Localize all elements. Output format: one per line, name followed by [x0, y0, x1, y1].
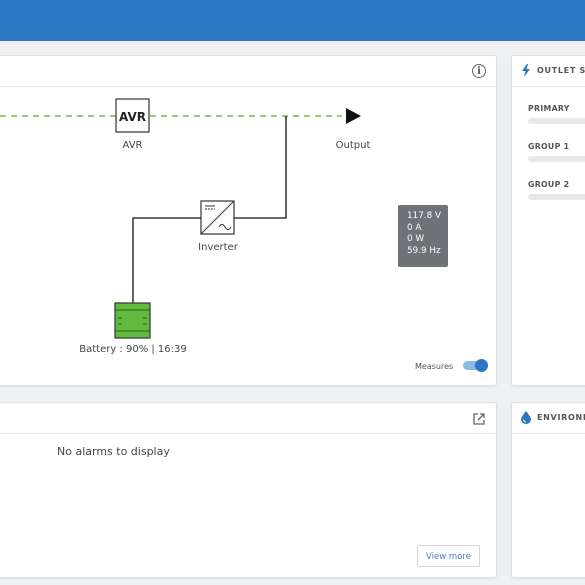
- inverter-label: Inverter: [198, 242, 239, 253]
- outlet-group-label: PRIMARY: [528, 104, 570, 113]
- voltage-value: 117.8 V: [407, 211, 441, 221]
- drop-icon: [521, 411, 531, 424]
- toggle-knob[interactable]: [475, 359, 488, 372]
- outlet-group-bar: [528, 156, 585, 162]
- outlet-status-card: OUTLET STA PRIMARY GROUP 1 GROUP 2: [511, 55, 585, 386]
- view-more-button[interactable]: View more: [417, 545, 480, 567]
- battery-line: [132, 217, 201, 304]
- current-value: 0 A: [407, 222, 422, 233]
- card-header: OUTLET STA: [512, 56, 585, 87]
- outlet-group-bar: [528, 118, 585, 124]
- card-header: ENVIRONM: [512, 403, 585, 434]
- environment-card: ENVIRONM: [511, 402, 585, 578]
- battery-icon[interactable]: [114, 302, 151, 339]
- environment-title: ENVIRONM: [537, 413, 585, 422]
- power-value: 0 W: [407, 234, 425, 244]
- battery-label: Battery : 90% | 16:39: [79, 344, 187, 355]
- output-measurement-readout: 117.8 V 0 A 0 W 59.9 Hz: [398, 205, 448, 267]
- avr-box-label: AVR: [119, 110, 146, 124]
- outlet-group-label: GROUP 1: [528, 142, 570, 151]
- output-arrow-icon: [346, 108, 361, 124]
- inverter-output-line: [234, 116, 287, 219]
- avr-label: AVR: [123, 140, 143, 151]
- frequency-value: 59.9 Hz: [407, 245, 441, 256]
- outlet-group-label: GROUP 2: [528, 180, 570, 189]
- measures-label: Measures: [415, 362, 454, 371]
- no-alarms-message: No alarms to display: [57, 445, 170, 458]
- external-link-icon[interactable]: [472, 412, 486, 426]
- outlet-group-bar: [528, 194, 585, 200]
- inverter-icon[interactable]: [200, 200, 235, 235]
- card-header: [0, 403, 496, 434]
- outlet-status-title: OUTLET STA: [537, 66, 585, 75]
- measures-toggle[interactable]: [463, 359, 488, 372]
- output-label: Output: [336, 140, 371, 151]
- bolt-icon: [522, 64, 530, 77]
